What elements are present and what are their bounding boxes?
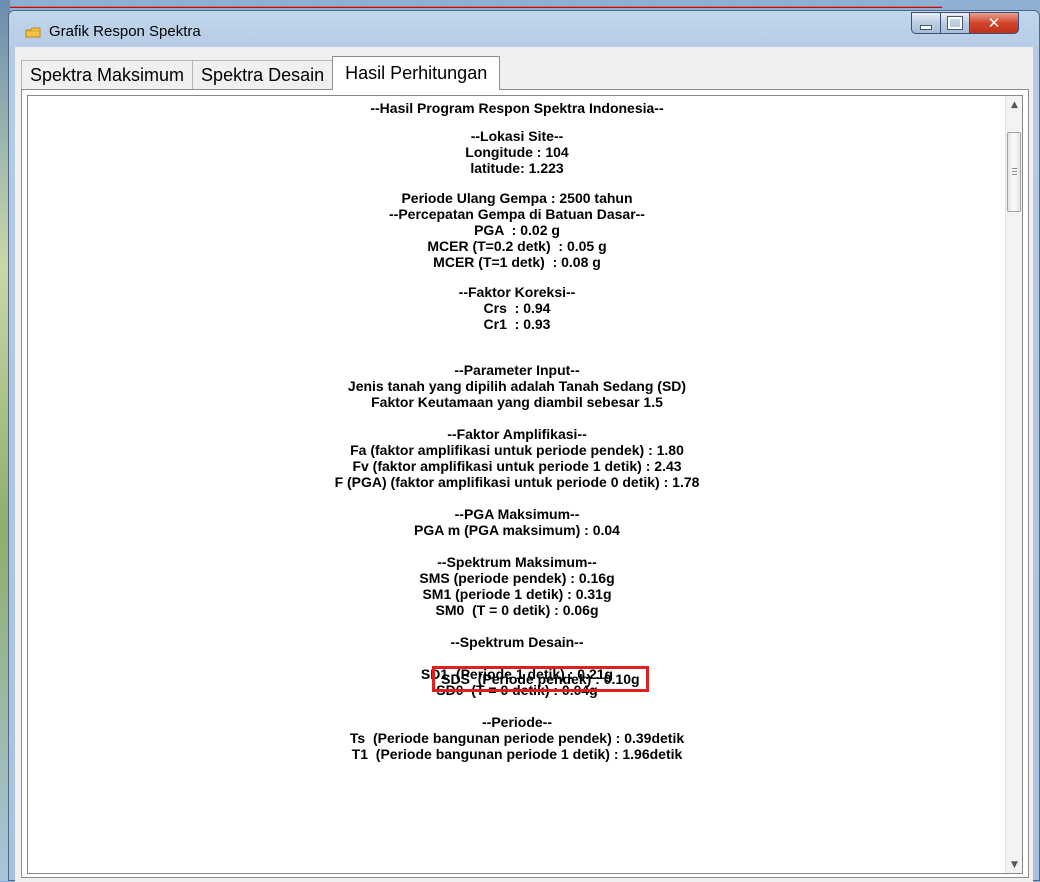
cr1-line: Cr1 : 0.93 (483, 316, 551, 332)
results-header: --Hasil Program Respon Spektra Indonesia… (370, 100, 664, 116)
app-window: Grafik Respon Spektra ✕ Spektra Maksimum… (8, 10, 1040, 882)
results-textbox[interactable]: --Hasil Program Respon Spektra Indonesia… (27, 95, 1023, 874)
pga-line: PGA : 0.02 g (474, 222, 560, 238)
percepatan-heading: --Percepatan Gempa di Batuan Dasar-- (389, 206, 645, 222)
ts-line: Ts (Periode bangunan periode pendek) : 0… (349, 730, 685, 746)
tab-hasil-perhitungan[interactable]: Hasil Perhitungan (332, 56, 501, 90)
grip-icon (1012, 168, 1017, 169)
minimize-icon (920, 24, 932, 30)
sm1-line: SM1 (periode 1 detik) : 0.31g (422, 586, 612, 602)
close-icon: ✕ (987, 14, 1001, 32)
close-button[interactable]: ✕ (969, 12, 1019, 34)
sds-highlight-box: SDS (Periode pendek) : 0.10g (432, 666, 649, 692)
sds-line-container: SDS (Periode pendek) : 0.10g (28, 650, 1006, 692)
title-bar[interactable]: Grafik Respon Spektra ✕ (9, 11, 1039, 47)
window-client-area: Spektra Maksimum Spektra Desain Hasil Pe… (15, 47, 1033, 882)
periode-ulang-line: Periode Ulang Gempa : 2500 tahun (401, 190, 633, 206)
amplifikasi-heading: --Faktor Amplifikasi-- (447, 426, 587, 442)
minimize-button[interactable] (911, 12, 941, 34)
vertical-scrollbar[interactable]: ▲ ▼ (1005, 96, 1022, 873)
spektrum-maksimum-heading: --Spektrum Maksimum-- (437, 554, 597, 570)
periode-heading: --Periode-- (482, 714, 552, 730)
fpga-line: F (PGA) (faktor amplifikasi untuk period… (334, 474, 700, 490)
maximize-button[interactable] (940, 12, 970, 34)
scroll-up-icon[interactable]: ▲ (1006, 96, 1022, 113)
pga-maksimum-heading: --PGA Maksimum-- (454, 506, 580, 522)
latitude-line: latitude: 1.223 (470, 160, 564, 176)
longitude-line: Longitude : 104 (465, 144, 569, 160)
app-icon (25, 25, 41, 39)
fa-line: Fa (faktor amplifikasi untuk periode pen… (350, 442, 684, 458)
tab-spektra-desain[interactable]: Spektra Desain (192, 60, 334, 90)
scroll-down-icon[interactable]: ▼ (1006, 856, 1022, 873)
koreksi-heading: --Faktor Koreksi-- (458, 284, 576, 300)
sds-line: SDS (Periode pendek) : 0.10g (441, 671, 640, 687)
tab-spektra-maksimum[interactable]: Spektra Maksimum (21, 60, 194, 90)
results-content: --Hasil Program Respon Spektra Indonesia… (28, 96, 1006, 762)
crs-line: Crs : 0.94 (483, 300, 551, 316)
cropped-heading-decoration: ▂▂▂▂▂▂▂▂▂▂▂▂▂▂▂▂▂▂▂▂▂▂▂▂▂▂▂▂▂▂▂▂▂▂▂▂ (0, 0, 1040, 8)
lokasi-heading: --Lokasi Site-- (470, 128, 564, 144)
scrollbar-thumb[interactable] (1007, 132, 1021, 212)
sms-line: SMS (periode pendek) : 0.16g (419, 570, 615, 586)
fv-line: Fv (faktor amplifikasi untuk periode 1 d… (352, 458, 682, 474)
pga-m-line: PGA m (PGA maksimum) : 0.04 (414, 522, 620, 538)
t1-line: T1 (Periode bangunan periode 1 detik) : … (351, 746, 683, 762)
jenis-tanah-line: Jenis tanah yang dipilih adalah Tanah Se… (347, 378, 687, 394)
window-title: Grafik Respon Spektra (49, 23, 201, 40)
tab-strip: Spektra Maksimum Spektra Desain Hasil Pe… (21, 56, 501, 90)
sm0-line: SM0 (T = 0 detik) : 0.06g (435, 602, 599, 618)
tab-panel-hasil-perhitungan: --Hasil Program Respon Spektra Indonesia… (21, 89, 1029, 878)
mcer-02-line: MCER (T=0.2 detk) : 0.05 g (427, 238, 607, 254)
input-heading: --Parameter Input-- (454, 362, 580, 378)
spektrum-desain-heading: --Spektrum Desain-- (450, 634, 584, 650)
mcer-1-line: MCER (T=1 detk) : 0.08 g (433, 254, 601, 270)
maximize-icon (947, 16, 963, 30)
faktor-keutamaan-line: Faktor Keutamaan yang diambil sebesar 1.… (371, 394, 663, 410)
